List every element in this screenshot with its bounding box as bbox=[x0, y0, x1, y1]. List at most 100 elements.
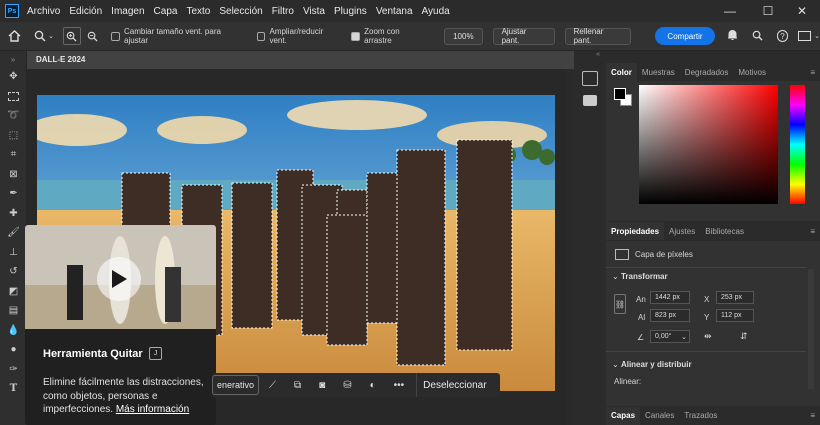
collapse-arrows-icon[interactable]: » bbox=[0, 51, 26, 67]
tab-bibliotecas[interactable]: Bibliotecas bbox=[700, 227, 749, 236]
tab-color[interactable]: Color bbox=[606, 63, 637, 81]
share-button[interactable]: Compartir bbox=[655, 27, 715, 45]
resize-windows-checkbox[interactable]: Cambiar tamaño vent. para ajustar bbox=[111, 27, 244, 45]
align-label: Alinear y distribuir bbox=[620, 360, 692, 369]
zoom-100-button[interactable]: 100% bbox=[444, 27, 483, 45]
blur-tool-icon[interactable]: 💧 bbox=[0, 321, 27, 341]
flip-horizontal-icon[interactable]: ⇹ bbox=[704, 331, 712, 342]
menu-ventana[interactable]: Ventana bbox=[376, 6, 413, 17]
transform-icon[interactable]: ⧉ bbox=[294, 380, 301, 391]
menu-edicion[interactable]: Edición bbox=[69, 6, 102, 17]
tab-canales[interactable]: Canales bbox=[640, 411, 679, 420]
eraser-tool-icon[interactable]: ◩ bbox=[0, 282, 27, 302]
menu-seleccion[interactable]: Selección bbox=[219, 6, 262, 17]
more-options-icon[interactable]: ••• bbox=[394, 380, 405, 391]
home-icon[interactable] bbox=[0, 30, 29, 42]
hue-slider[interactable] bbox=[790, 85, 805, 204]
x-field[interactable]: 253 px bbox=[716, 291, 754, 304]
tab-trazados[interactable]: Trazados bbox=[679, 411, 722, 420]
tab-degradados[interactable]: Degradados bbox=[680, 68, 734, 77]
zoom-out-icon[interactable] bbox=[84, 31, 102, 42]
menu-imagen[interactable]: Imagen bbox=[111, 6, 144, 17]
link-dimensions-icon[interactable]: ⛓ bbox=[614, 294, 626, 314]
layers-panel-tabs: Capas Canales Trazados ≡ bbox=[606, 406, 820, 425]
search-icon[interactable] bbox=[752, 30, 763, 43]
panel-menu-icon[interactable]: ≡ bbox=[805, 68, 820, 77]
clone-stamp-tool-icon[interactable]: ⊥ bbox=[0, 243, 27, 263]
help-icon[interactable]: ? bbox=[776, 30, 789, 42]
minimize-button[interactable]: — bbox=[712, 0, 748, 22]
pen-tool-icon[interactable]: ✑ bbox=[0, 360, 27, 380]
deselect-button[interactable]: Deseleccionar bbox=[416, 373, 487, 397]
fill-icon[interactable]: ⛁ bbox=[343, 380, 351, 391]
tab-muestras[interactable]: Muestras bbox=[637, 68, 680, 77]
document-tab[interactable]: DALL-E 2024 bbox=[27, 51, 574, 69]
remove-tool-popup: Herramienta Quitar J Elimine fácilmente … bbox=[25, 225, 216, 425]
menu-archivo[interactable]: Archivo bbox=[27, 6, 60, 17]
frame-tool-icon[interactable]: ⊠ bbox=[0, 165, 27, 185]
comments-panel-icon[interactable] bbox=[583, 95, 597, 106]
resize-windows-label: Cambiar tamaño vent. para ajustar bbox=[124, 27, 221, 45]
menu-plugins[interactable]: Plugins bbox=[334, 6, 367, 17]
tab-motivos[interactable]: Motivos bbox=[733, 68, 771, 77]
gradient-tool-icon[interactable]: ▤ bbox=[0, 301, 27, 321]
width-field[interactable]: 1442 px bbox=[650, 291, 690, 304]
dodge-tool-icon[interactable]: ● bbox=[0, 340, 27, 360]
menu-vista[interactable]: Vista bbox=[303, 6, 325, 17]
menu-capa[interactable]: Capa bbox=[154, 6, 178, 17]
play-icon[interactable] bbox=[97, 257, 141, 301]
transform-section-header[interactable]: ⌄ Transformar bbox=[612, 272, 668, 281]
more-info-link[interactable]: Más información bbox=[116, 404, 189, 415]
tab-propiedades[interactable]: Propiedades bbox=[606, 222, 665, 240]
options-bar: ⌄ Cambiar tamaño vent. para ajustar Ampl… bbox=[0, 22, 820, 51]
zoom-windows-checkbox[interactable]: Ampliar/reducir vent. bbox=[256, 27, 342, 45]
generative-fill-button[interactable]: enerativo bbox=[212, 375, 260, 395]
fit-screen-button[interactable]: Ajustar pant. bbox=[492, 27, 555, 45]
workspace-chevron-icon[interactable]: ⌄ bbox=[814, 32, 820, 40]
y-field[interactable]: 112 px bbox=[716, 309, 754, 322]
angle-field[interactable]: 0,00° ⌄ bbox=[650, 330, 690, 343]
checkbox-checked-icon bbox=[351, 31, 361, 41]
brush-tool-icon[interactable]: 🖌 bbox=[0, 223, 27, 243]
scrubby-zoom-label: Zoom con arrastre bbox=[364, 27, 400, 45]
menu-filtro[interactable]: Filtro bbox=[272, 6, 294, 17]
type-tool-icon[interactable]: T bbox=[0, 379, 27, 399]
canvas-vertical-scrollbar[interactable] bbox=[566, 69, 574, 425]
properties-scrollbar[interactable] bbox=[808, 269, 814, 389]
panel-menu-icon[interactable]: ≡ bbox=[805, 411, 820, 420]
flip-vertical-icon[interactable]: ⇵ bbox=[740, 331, 748, 342]
align-section-header[interactable]: ⌄ Alinear y distribuir bbox=[612, 360, 692, 369]
eyedropper-tool-icon[interactable]: ✒ bbox=[0, 184, 27, 204]
zoom-in-icon[interactable] bbox=[62, 27, 81, 45]
height-field[interactable]: 823 px bbox=[650, 309, 690, 322]
adjustment-icon[interactable]: ◐ bbox=[370, 380, 376, 391]
move-tool-icon[interactable]: ✥ bbox=[0, 67, 27, 87]
close-button[interactable]: ✕ bbox=[784, 0, 820, 22]
menu-ayuda[interactable]: Ayuda bbox=[422, 6, 450, 17]
maximize-button[interactable]: ☐ bbox=[750, 0, 786, 22]
mask-icon[interactable]: ◙ bbox=[319, 380, 325, 391]
lasso-tool-icon[interactable]: ➰ bbox=[0, 106, 27, 126]
object-selection-tool-icon[interactable]: ⬚ bbox=[0, 126, 27, 146]
bell-icon[interactable] bbox=[727, 29, 738, 43]
workspace-icon[interactable] bbox=[798, 31, 812, 41]
history-brush-tool-icon[interactable]: ↺ bbox=[0, 262, 27, 282]
fill-screen-button[interactable]: Rellenar pant. bbox=[564, 27, 632, 45]
menu-texto[interactable]: Texto bbox=[186, 6, 210, 17]
foreground-color-swatch[interactable] bbox=[614, 88, 626, 100]
expand-arrows-icon[interactable]: « bbox=[574, 51, 606, 65]
panel-menu-icon[interactable]: ≡ bbox=[805, 227, 820, 236]
tab-capas[interactable]: Capas bbox=[606, 406, 641, 425]
scrubby-zoom-checkbox[interactable]: Zoom con arrastre bbox=[351, 27, 428, 45]
marquee-tool-icon[interactable] bbox=[0, 87, 27, 107]
tab-ajustes[interactable]: Ajustes bbox=[664, 227, 700, 236]
checkbox-icon bbox=[111, 31, 120, 41]
popup-description: Elimine fácilmente las distracciones, co… bbox=[43, 376, 215, 417]
color-field[interactable] bbox=[639, 85, 778, 204]
crop-tool-icon[interactable]: ⌗ bbox=[0, 145, 27, 165]
healing-brush-tool-icon[interactable]: ✚ bbox=[0, 204, 27, 224]
zoom-tool-icon[interactable]: ⌄ bbox=[29, 30, 58, 42]
width-label: An bbox=[636, 295, 646, 304]
modify-selection-icon[interactable]: ⟋ bbox=[269, 380, 276, 391]
history-panel-icon[interactable] bbox=[582, 71, 598, 86]
